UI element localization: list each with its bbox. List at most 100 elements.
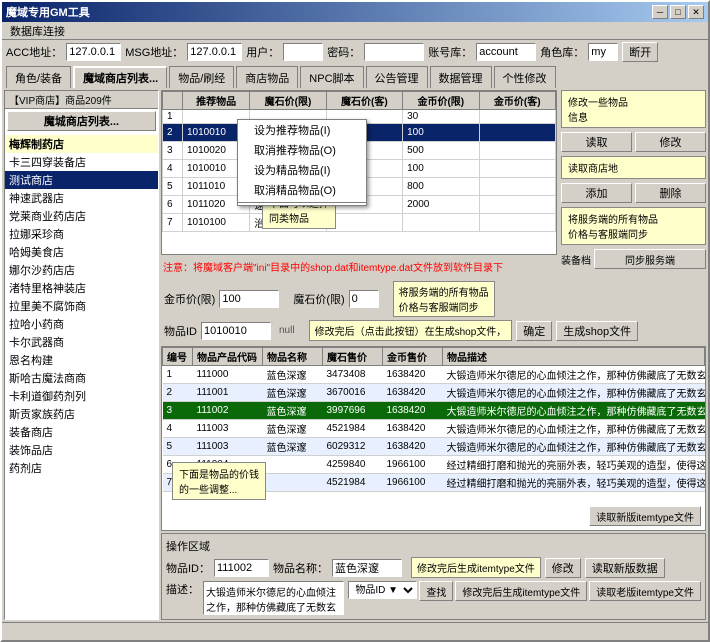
list-item[interactable]: 拉哈小药商 [5,315,158,333]
acc-input[interactable] [66,43,121,61]
user-input[interactable] [283,43,323,61]
shop-list: 梅辉制药店 卡三四穿装备店 测试商店 神速武器店 党莱商业药店店 拉娜采珍商 哈… [5,135,158,619]
col-id: 编号 [163,348,193,366]
list-item[interactable]: 卡三四穿装备店 [5,153,158,171]
table-row[interactable]: 2111001蓝色深邃36700161638420大锻造师米尔德尼的心血倾注之作… [163,384,705,402]
role-label: 角色库： [540,44,584,60]
op-desc-label: 描述： [166,581,199,597]
op-read-new-button[interactable]: 读取新版数据 [585,558,665,578]
table-row[interactable]: 1111000蓝色深邃34734081638420大锻造师米尔德尼的心血倾注之作… [163,366,705,384]
msg-input[interactable] [187,43,242,61]
add-button[interactable]: 添加 [561,183,632,203]
tab-announcement[interactable]: 公告管理 [366,66,428,88]
menu-bar: 数据库连接 [2,22,708,40]
modify-info-balloon: 修改一些物品信息 [561,90,706,128]
gold-limit-label: 金币价(限) [164,291,215,307]
col-header: 魔石价(限) [250,92,326,110]
magic-limit-label: 魔石价(限) [293,291,344,307]
tab-npc[interactable]: NPC脚本 [300,66,363,88]
col-desc: 物品描述 [443,348,705,366]
items-table-panel: 编号 物品产品代码 物品名称 魔石售价 金币售价 物品描述 1111000蓝色深… [161,346,706,531]
op-desc-textarea[interactable]: 大锻造师米尔德尼的心血倾注之作，那种仿佛藏底了无数玄机的大蓝色调显得尤其格外， [203,581,344,615]
list-item[interactable]: 恩名构建 [5,351,158,369]
tab-data[interactable]: 数据管理 [430,66,492,88]
connect-button[interactable]: 断开 [622,42,658,62]
delete-button[interactable]: 删除 [635,183,706,203]
item-id-input[interactable] [201,322,271,340]
list-item[interactable]: 娜尔沙药店店 [5,261,158,279]
list-item[interactable]: 卡尔武器商 [5,333,158,351]
generate-shop-button[interactable]: 生成shop文件 [556,321,638,341]
menu-db[interactable]: 数据库连接 [4,22,71,40]
right-panel: 推荐物品 魔石价(限) 魔石价(客) 金币价(限) 金币价(客) 130 [161,90,706,620]
col-header: 金币价(限) [403,92,479,110]
op-row1: 物品ID： 物品名称： 修改完后生成itemtype文件 修改 读取新版数据 [166,557,701,578]
read-itemtype-button[interactable]: 读取新版itemtype文件 [589,506,701,526]
minimize-button[interactable]: ─ [652,5,668,19]
read-itemtype-area: 读取新版itemtype文件 [589,506,701,526]
sync-row: 装备档 同步服务端 [561,249,706,269]
equip-label: 装备档 [561,252,591,267]
confirm-button[interactable]: 确定 [516,321,552,341]
list-item[interactable]: 斯贡家族药店 [5,405,158,423]
op-area: 操作区域 物品ID： 物品名称： 修改完后生成itemtype文件 修改 读取新… [161,533,706,620]
magic-limit-input[interactable] [349,290,379,308]
tab-shop[interactable]: 魔域商店列表... [73,66,167,88]
table-row-selected[interactable]: 3111002蓝色深邃39976961638420大锻造师米尔德尼的心血倾注之作… [163,402,705,420]
shop-count-label: 【VIP商店】商品209件 [9,92,112,107]
sync-button[interactable]: 同步服务端 [594,249,706,269]
list-item[interactable]: 拉娜采珍商 [5,225,158,243]
main-window: 魔域专用GM工具 ─ □ ✕ 数据库连接 ACC地址： MSG地址： 用户： 密… [0,0,710,642]
tab-item[interactable]: 物品/刷经 [169,66,234,88]
op-item-id-input[interactable] [214,559,269,577]
gold-limit-input[interactable] [219,290,279,308]
list-item[interactable]: 神速武器店 [5,189,158,207]
table-row[interactable]: 71010100治疗药水 [163,214,556,232]
list-item[interactable]: 斯哈古魔法商商 [5,369,158,387]
tab-bar: 角色/装备 魔域商店列表... 物品/刷经 商店物品 NPC脚本 公告管理 数据… [2,64,708,88]
list-item[interactable]: 装饰品店 [5,441,158,459]
op-search-button[interactable]: 查找 [419,581,453,601]
pwd-label: 密码： [327,44,360,60]
table-row[interactable]: 4111003蓝色深邃45219841638420大锻造师米尔德尼的心血倾注之作… [163,420,705,438]
read-button[interactable]: 读取 [561,132,632,152]
shop-panel-header: 【VIP商店】商品209件 [5,91,158,109]
table-row[interactable]: 5111003蓝色深邃60293121638420大锻造师米尔德尼的心血倾注之作… [163,438,705,456]
tab-role[interactable]: 角色/装备 [6,66,71,88]
read-modify-row: 读取 修改 [561,132,706,152]
list-item[interactable]: 装备商店 [5,423,158,441]
op-read-old-button[interactable]: 读取老版itemtype文件 [589,581,701,601]
add-delete-row: 添加 删除 [561,183,706,203]
null-label: null [279,325,295,336]
tab-personal[interactable]: 个性修改 [494,66,556,88]
op-modify-button[interactable]: 修改 [545,558,581,578]
menu-cancel-recommend[interactable]: 取消推荐物品(O) [238,140,366,160]
user-label: 用户： [246,44,279,60]
list-item[interactable]: 渚特里格神装店 [5,279,158,297]
list-item[interactable]: 卡利道御药剂列 [5,387,158,405]
tab-shopitem[interactable]: 商店物品 [236,66,298,88]
modify-button[interactable]: 修改 [635,132,706,152]
close-button[interactable]: ✕ [688,5,704,19]
context-menu: 设为推荐物品(I) 取消推荐物品(O) 设为精品物品(I) 取消精品物品(O) [237,119,367,206]
menu-set-premium[interactable]: 设为精品物品(I) [238,160,366,180]
role-input[interactable] [588,43,618,61]
list-item[interactable]: 药剂店 [5,459,158,477]
recommend-table-panel: 推荐物品 魔石价(限) 魔石价(客) 金币价(限) 金币价(客) 130 [161,90,557,255]
menu-cancel-premium[interactable]: 取消精品物品(O) [238,180,366,200]
right-controls: 修改一些物品信息 读取 修改 读取商店地 添加 删除 [561,90,706,255]
list-item-selected[interactable]: 测试商店 [5,171,158,189]
acc-label: ACC地址： [6,44,62,60]
shop-vip[interactable]: 梅辉制药店 [5,135,158,153]
pwd-input[interactable] [364,43,424,61]
menu-set-recommend[interactable]: 设为推荐物品(I) [238,120,366,140]
list-item[interactable]: 哈姆美食店 [5,243,158,261]
maximize-button[interactable]: □ [670,5,686,19]
item-id-dropdown[interactable]: 物品ID ▼ [348,581,417,599]
db-input[interactable] [476,43,536,61]
op-generate-itemtype-button[interactable]: 修改完后生成itemtype文件 [455,581,587,601]
list-item[interactable]: 党莱商业药店店 [5,207,158,225]
list-item[interactable]: 拉里美不腐饰商 [5,297,158,315]
op-item-name-input[interactable] [332,559,402,577]
shop-list-button[interactable]: 魔城商店列表... [7,111,156,131]
